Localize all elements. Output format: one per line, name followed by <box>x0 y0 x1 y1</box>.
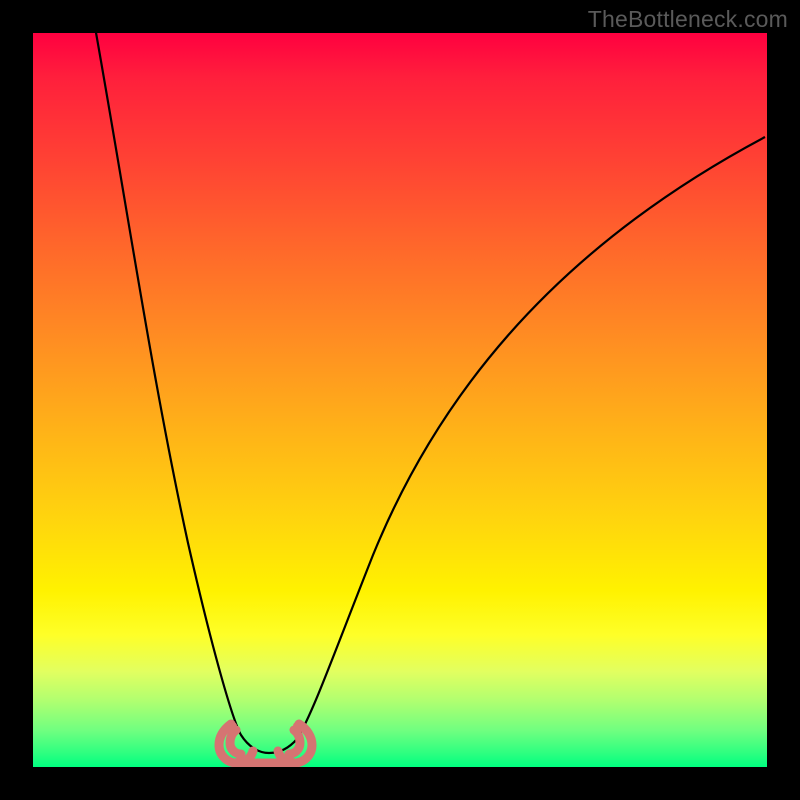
chart-frame: TheBottleneck.com <box>0 0 800 800</box>
curve-layer <box>33 33 767 767</box>
lobe-group <box>219 722 312 765</box>
lobe-dot-left-top <box>229 722 237 730</box>
watermark-text: TheBottleneck.com <box>588 6 788 33</box>
lobe-dot-right-top <box>293 722 301 730</box>
plot-area <box>33 33 767 767</box>
v-curve <box>95 33 765 753</box>
